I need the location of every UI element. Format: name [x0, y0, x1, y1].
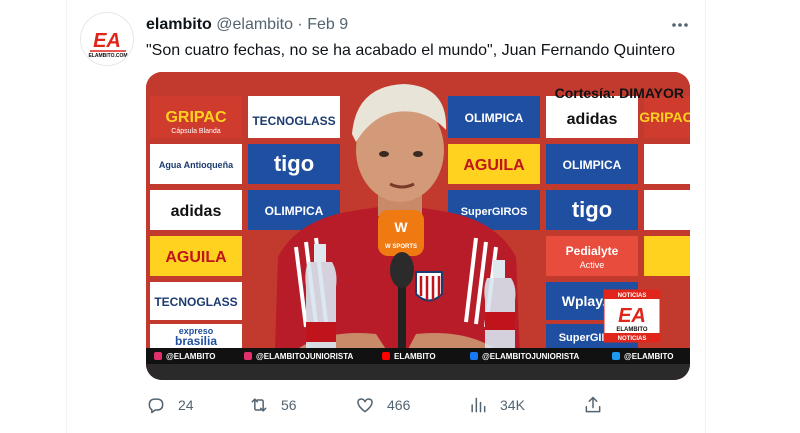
tweet-date[interactable]: Feb 9: [307, 16, 348, 33]
like-count: 466: [387, 397, 411, 413]
sponsor-tile: [644, 190, 690, 230]
svg-text:AGUILA: AGUILA: [165, 249, 227, 266]
share-button[interactable]: [583, 392, 603, 418]
svg-text:TECNOGLASS: TECNOGLASS: [252, 114, 335, 128]
sponsor-tile: tigo: [546, 190, 638, 230]
svg-text:Pedialyte: Pedialyte: [566, 244, 619, 258]
svg-text:Cápsula Blanda: Cápsula Blanda: [171, 128, 221, 135]
sponsor-tile: [644, 236, 690, 276]
sponsor-tile: adidas: [546, 96, 638, 138]
social-handle: @ELAMBITOJUNIORISTA: [482, 352, 580, 361]
avatar-subtext: ELAMBITO.COM: [88, 53, 127, 59]
tweet-media-image[interactable]: GRIPAC Cápsula Blanda TECNOGLASS OLIMPIC…: [146, 72, 690, 380]
image-credit: Cortesía: DIMAYOR: [555, 85, 684, 101]
sponsor-tile: Pedialyte Active: [546, 236, 638, 276]
reply-icon: [148, 398, 164, 414]
retweet-count: 56: [281, 397, 297, 413]
separator-dot: ·: [297, 16, 303, 33]
elambito-badge: NOTICIAS EA ELAMBITO NOTICIAS: [603, 289, 661, 343]
svg-text:NOTICIAS: NOTICIAS: [618, 293, 647, 299]
svg-text:OLIMPICA: OLIMPICA: [465, 111, 524, 125]
retweet-button[interactable]: 56: [249, 392, 297, 418]
social-handle: @ELAMBITO: [166, 352, 215, 361]
more-options-icon[interactable]: [669, 14, 691, 36]
svg-text:adidas: adidas: [171, 203, 222, 220]
sponsor-tile: expreso brasilia: [150, 324, 242, 348]
tweet-actions: 24 56 466 34K: [146, 392, 616, 418]
reply-count: 24: [178, 397, 194, 413]
svg-text:OLIMPICA: OLIMPICA: [265, 204, 324, 218]
svg-text:SuperGIROS: SuperGIROS: [461, 206, 528, 218]
social-handle: ELAMBITO: [394, 352, 436, 361]
svg-text:Active: Active: [580, 260, 605, 270]
svg-text:ELAMBITO: ELAMBITO: [616, 327, 648, 333]
svg-text:EA: EA: [618, 305, 646, 327]
sponsor-tile: TECNOGLASS: [248, 96, 340, 138]
svg-text:brasilia: brasilia: [175, 334, 217, 348]
sponsor-tile: [644, 144, 690, 184]
reply-button[interactable]: 24: [146, 392, 194, 418]
svg-text:W: W: [394, 219, 408, 235]
like-button[interactable]: 466: [355, 392, 410, 418]
social-handle: @ELAMBITO: [624, 352, 673, 361]
views-count: 34K: [500, 397, 525, 413]
retweet-icon: [251, 398, 267, 412]
svg-text:W SPORTS: W SPORTS: [385, 244, 417, 250]
views-button[interactable]: 34K: [468, 392, 525, 418]
sponsor-tile: GRIPAC Cápsula Blanda: [150, 96, 242, 138]
sponsor-tile: Agua Antioqueña: [150, 144, 242, 184]
svg-text:GRIPAC: GRIPAC: [165, 109, 226, 126]
svg-text:tigo: tigo: [572, 197, 612, 222]
sponsor-tile: GRIPAC: [639, 96, 690, 138]
views-chart-icon: [471, 397, 486, 413]
svg-text:adidas: adidas: [567, 111, 618, 128]
display-name[interactable]: elambito: [146, 16, 212, 33]
svg-text:OLIMPICA: OLIMPICA: [563, 158, 622, 172]
sponsor-tile: adidas: [150, 190, 242, 230]
svg-text:AGUILA: AGUILA: [463, 157, 525, 174]
sponsor-tile: tigo: [248, 144, 340, 184]
svg-text:NOTICIAS: NOTICIAS: [618, 336, 647, 342]
social-handle: @ELAMBITOJUNIORISTA: [256, 352, 354, 361]
heart-icon: [357, 398, 373, 413]
svg-text:tigo: tigo: [274, 151, 314, 176]
share-icon: [585, 396, 601, 413]
sponsor-tile: TECNOGLASS: [150, 282, 242, 320]
avatar-letters: EA: [93, 30, 121, 52]
svg-text:TECNOGLASS: TECNOGLASS: [154, 295, 237, 309]
elambito-logo: EA ELAMBITO.COM: [81, 13, 133, 65]
tweet-header: elambito @elambito · Feb 9: [146, 14, 706, 36]
user-handle[interactable]: @elambito: [216, 16, 293, 33]
svg-text:GRIPAC: GRIPAC: [639, 109, 690, 125]
svg-text:Agua Antioqueña: Agua Antioqueña: [159, 160, 234, 170]
avatar[interactable]: EA ELAMBITO.COM: [80, 12, 134, 66]
sponsor-tile: AGUILA: [150, 236, 242, 276]
sponsor-tile: OLIMPICA: [546, 144, 638, 184]
sponsor-tile: OLIMPICA: [448, 96, 540, 138]
sponsor-tile: AGUILA: [448, 144, 540, 184]
tweet-text: "Son cuatro fechas, no se ha acabado el …: [146, 42, 676, 59]
press-table: [146, 364, 690, 380]
microphone: W W SPORTS: [378, 210, 424, 256]
